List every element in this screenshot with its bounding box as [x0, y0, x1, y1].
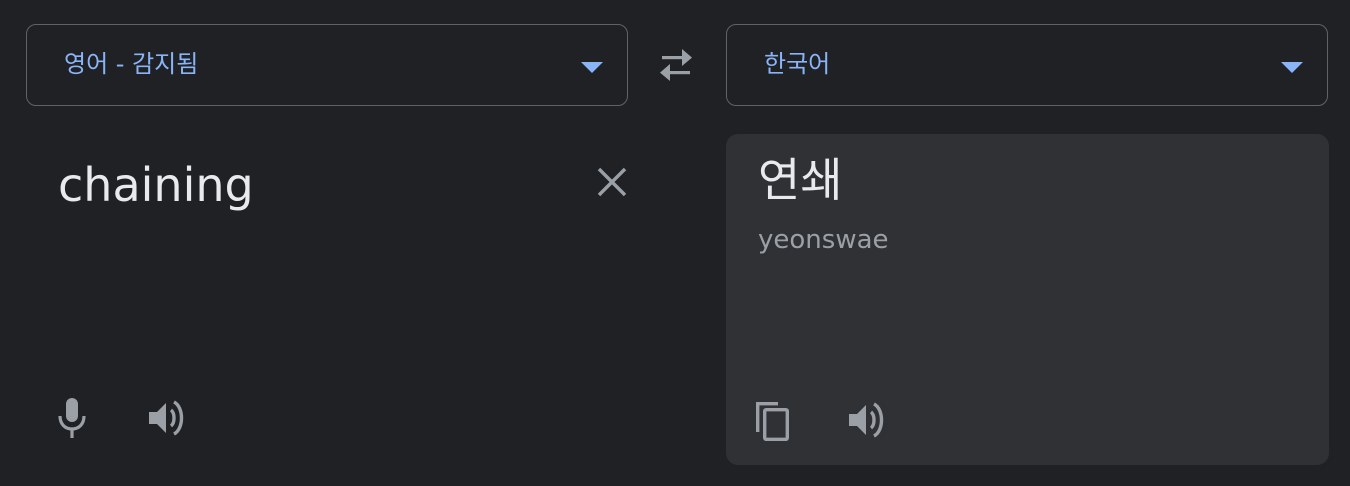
- swap-languages-button[interactable]: [652, 44, 700, 88]
- clear-source-button[interactable]: [592, 162, 632, 202]
- speaker-icon: [149, 400, 184, 436]
- source-language-select[interactable]: 영어 - 감지됨: [26, 24, 628, 106]
- swap-arrows-icon: [660, 49, 692, 81]
- copy-translation-button[interactable]: [748, 396, 796, 444]
- source-text-panel: chaining: [26, 134, 628, 464]
- microphone-icon: [58, 398, 86, 438]
- romanization-text: yeonswae: [758, 225, 889, 255]
- source-text-input[interactable]: chaining: [58, 156, 254, 214]
- speaker-icon: [849, 402, 884, 438]
- microphone-button[interactable]: [48, 394, 96, 442]
- target-language-select[interactable]: 한국어: [726, 24, 1328, 106]
- triangle-down-icon: [581, 62, 603, 73]
- triangle-down-icon: [1281, 62, 1303, 73]
- target-listen-button[interactable]: [844, 396, 892, 444]
- source-listen-button[interactable]: [144, 394, 192, 442]
- copy-icon: [756, 402, 790, 442]
- source-language-label: 영어 - 감지됨: [64, 50, 199, 78]
- target-language-label: 한국어: [764, 50, 831, 78]
- close-icon: [597, 167, 627, 197]
- translation-text: 연쇄: [758, 153, 843, 207]
- translation-panel: 연쇄 yeonswae: [726, 134, 1329, 465]
